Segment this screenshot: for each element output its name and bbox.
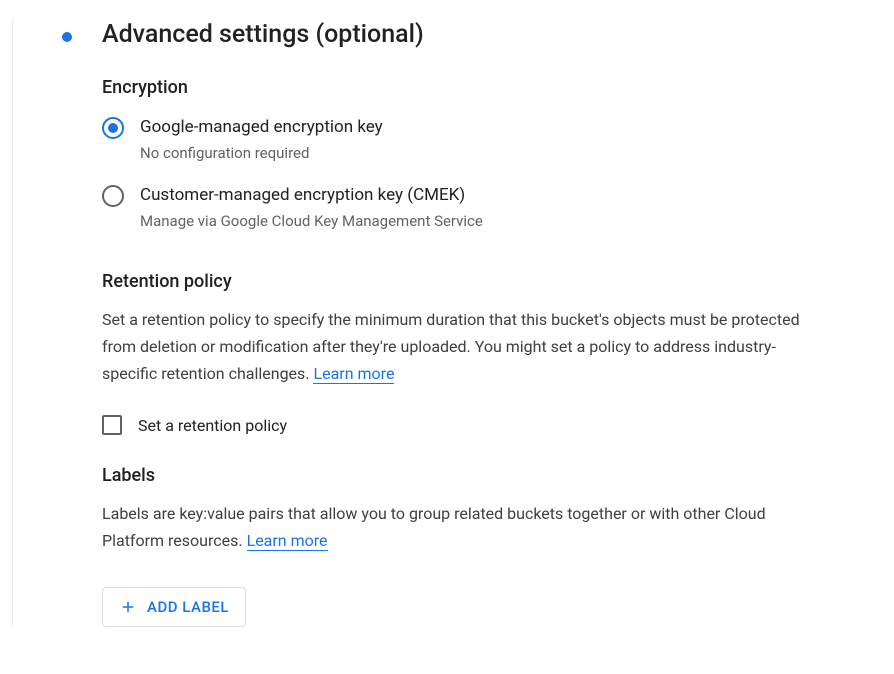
radio-google-managed-key[interactable]: Google-managed encryption key No configu… [102, 116, 826, 164]
labels-description-text: Labels are key:value pairs that allow yo… [102, 504, 766, 550]
bullet-icon [62, 32, 72, 42]
retention-learn-more-link[interactable]: Learn more [313, 364, 394, 384]
radio-icon [102, 117, 124, 139]
retention-description-text: Set a retention policy to specify the mi… [102, 310, 800, 383]
retention-description: Set a retention policy to specify the mi… [102, 306, 826, 388]
add-label-button-text: ADD LABEL [147, 598, 229, 616]
retention-checkbox[interactable]: Set a retention policy [102, 415, 826, 435]
radio-sublabel: Manage via Google Cloud Key Management S… [140, 210, 483, 233]
plus-icon [119, 598, 137, 616]
checkbox-icon [102, 415, 122, 435]
checkbox-label: Set a retention policy [138, 416, 287, 435]
radio-sublabel: No configuration required [140, 142, 383, 165]
radio-icon [102, 185, 124, 207]
labels-description: Labels are key:value pairs that allow yo… [102, 500, 826, 554]
page-title: Advanced settings (optional) [102, 20, 424, 49]
labels-learn-more-link[interactable]: Learn more [247, 531, 328, 551]
vertical-divider [12, 20, 13, 627]
radio-label: Customer-managed encryption key (CMEK) [140, 184, 483, 208]
retention-heading: Retention policy [102, 271, 826, 292]
section-header[interactable]: Advanced settings (optional) [6, 20, 894, 49]
radio-customer-managed-key[interactable]: Customer-managed encryption key (CMEK) M… [102, 184, 826, 232]
encryption-heading: Encryption [102, 77, 826, 98]
radio-label: Google-managed encryption key [140, 116, 383, 140]
labels-heading: Labels [102, 465, 826, 486]
add-label-button[interactable]: ADD LABEL [102, 587, 246, 627]
